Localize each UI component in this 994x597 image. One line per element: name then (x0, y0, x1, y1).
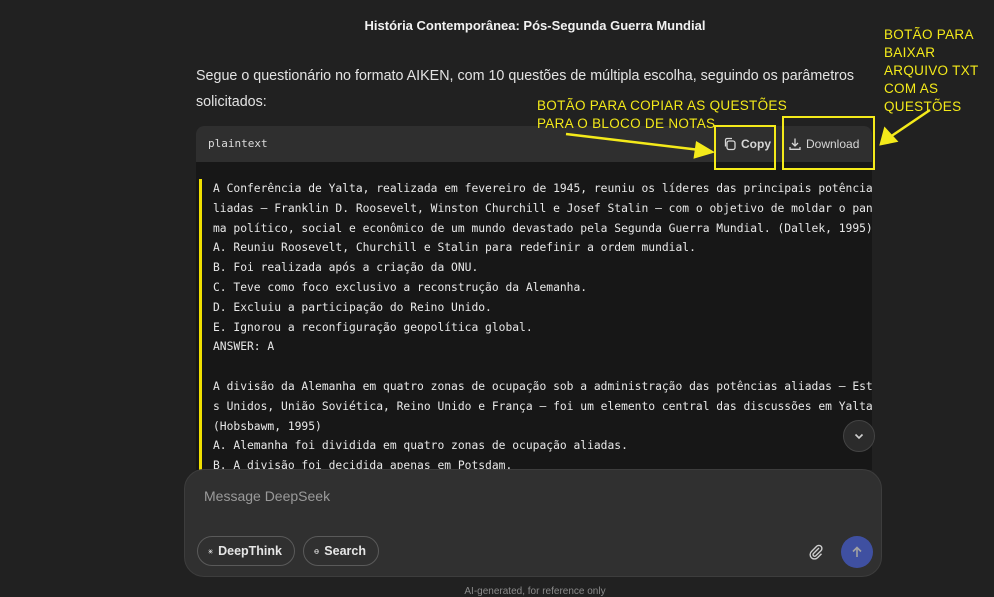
code-line: ANSWER: A (213, 340, 275, 354)
arrow-up-icon (852, 546, 862, 557)
code-content: A Conferência de Yalta, realizada em fev… (199, 179, 872, 470)
code-line: B. Foi realizada após a criação da ONU. (213, 261, 479, 275)
disclaimer-footer: AI-generated, for reference only (464, 586, 606, 597)
message-input[interactable] (202, 484, 766, 508)
code-language-label: plaintext (208, 137, 268, 150)
conversation-title: História Contemporânea: Pós-Segunda Guer… (364, 18, 706, 33)
deepthink-toggle[interactable]: DeepThink (197, 536, 295, 566)
code-line: B. A divisão foi decidida apenas em Pots… (213, 459, 513, 470)
code-line: A Conferência de Yalta, realizada em fev… (213, 182, 872, 195)
atom-icon (208, 549, 213, 553)
search-label: Search (324, 544, 366, 558)
chevron-down-icon (854, 433, 864, 440)
code-line: A divisão da Alemanha em quatro zonas de… (213, 379, 872, 393)
deepthink-label: DeepThink (218, 544, 282, 558)
download-annotation-text: BOTÃO PARA BAIXAR ARQUIVO TXT COM AS QUE… (884, 27, 979, 114)
globe-icon (314, 548, 320, 554)
search-toggle[interactable]: Search (303, 536, 379, 566)
copy-highlight-box (714, 125, 776, 170)
code-line: A. Reuniu Roosevelt, Churchill e Stalin … (213, 241, 696, 255)
code-line: E. Ignorou a reconfiguração geopolítica … (213, 320, 533, 334)
code-line: A. Alemanha foi dividida em quatro zonas… (213, 439, 628, 453)
code-line: D. Excluiu a participação do Reino Unido… (213, 300, 492, 314)
scroll-to-bottom-button[interactable] (843, 420, 875, 452)
code-line: ma político, social e econômico de um mu… (213, 221, 872, 235)
code-line: liadas – Franklin D. Roosevelt, Winston … (213, 201, 872, 215)
code-line: s Unidos, União Soviética, Reino Unido e… (213, 399, 872, 413)
send-button[interactable] (841, 536, 873, 568)
message-composer: DeepThink Search (184, 469, 882, 577)
code-line: C. Teve como foco exclusivo a reconstruç… (213, 280, 588, 294)
download-highlight-box (782, 116, 875, 170)
paperclip-icon[interactable] (807, 543, 825, 561)
code-line: (Hobsbawm, 1995) (213, 419, 322, 433)
code-block: plaintext Copy Download A Conferência de… (196, 126, 872, 470)
